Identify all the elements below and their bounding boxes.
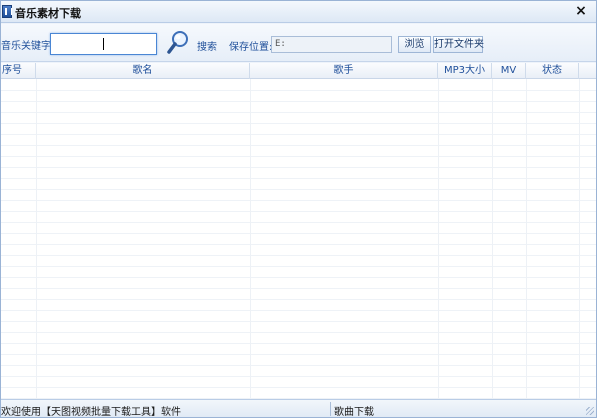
- column-divider: [250, 63, 251, 399]
- column-header-index[interactable]: 序号: [1, 63, 36, 79]
- save-location-label: 保存位置:: [229, 42, 273, 53]
- app-window: 音乐素材下载 × 音乐关键字: 搜索 保存位置: E: 浏览 打开文件夹 序号 …: [0, 0, 597, 418]
- magnifier-icon[interactable]: [166, 30, 190, 56]
- column-divider: [579, 63, 580, 399]
- column-header-song[interactable]: 歌名: [36, 63, 250, 79]
- open-folder-button[interactable]: 打开文件夹: [433, 36, 484, 53]
- text-caret: [103, 38, 104, 50]
- status-divider: [330, 402, 331, 416]
- browse-button[interactable]: 浏览: [398, 36, 431, 53]
- table-body: [1, 80, 596, 399]
- keyword-label: 音乐关键字:: [1, 41, 55, 52]
- save-path-field[interactable]: E:: [271, 36, 392, 53]
- window-title: 音乐素材下载: [15, 7, 81, 20]
- column-header-mv[interactable]: MV: [492, 63, 526, 79]
- status-mode: 歌曲下载: [334, 407, 374, 418]
- column-divider: [36, 63, 37, 399]
- status-message: 欢迎使用【天图视频批量下载工具】软件: [1, 407, 181, 418]
- column-divider: [438, 63, 439, 399]
- table-header: 序号 歌名 歌手 MP3大小 MV 状态: [1, 63, 596, 79]
- column-header-artist[interactable]: 歌手: [250, 63, 438, 79]
- title-bar: 音乐素材下载 ×: [1, 1, 596, 23]
- column-header-status[interactable]: 状态: [526, 63, 579, 79]
- column-divider: [526, 63, 527, 399]
- app-icon: [2, 5, 12, 18]
- close-icon[interactable]: ×: [574, 3, 588, 19]
- status-bar: 欢迎使用【天图视频批量下载工具】软件 歌曲下载: [1, 399, 596, 418]
- column-divider: [492, 63, 493, 399]
- results-table: 序号 歌名 歌手 MP3大小 MV 状态: [1, 63, 596, 399]
- resize-grip-icon[interactable]: [586, 407, 594, 415]
- toolbar: 音乐关键字: 搜索 保存位置: E: 浏览 打开文件夹: [1, 24, 596, 62]
- column-header-mp3-size[interactable]: MP3大小: [438, 63, 492, 79]
- search-button[interactable]: 搜索: [197, 38, 217, 53]
